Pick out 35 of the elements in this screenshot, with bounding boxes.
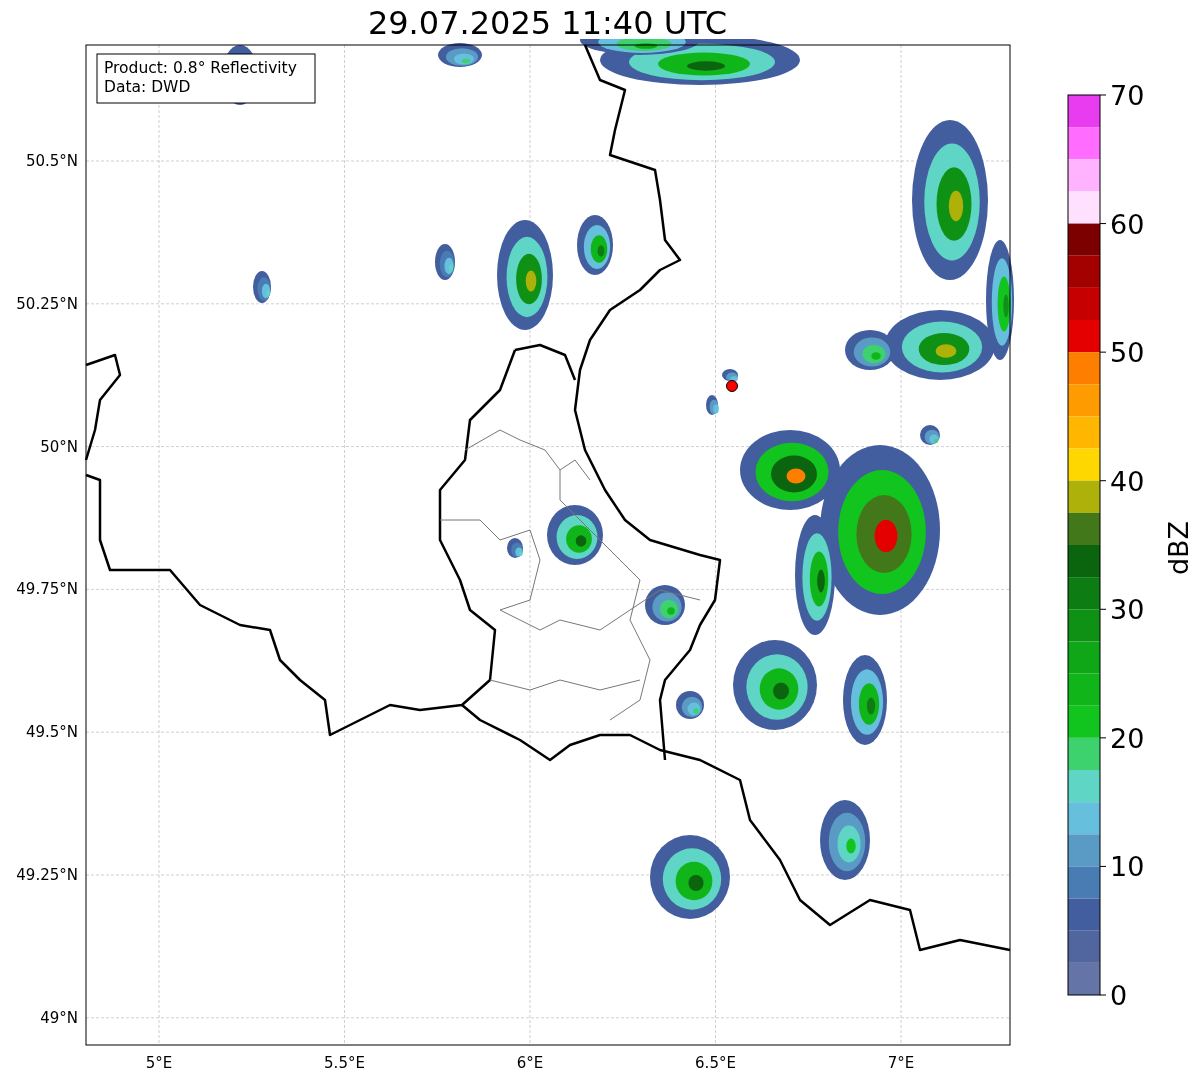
radar-echo — [435, 244, 455, 280]
radar-echo — [438, 43, 482, 67]
colorbar-title: dBZ — [1163, 520, 1194, 576]
longitude-label: 6.5°E — [695, 1054, 736, 1072]
colorbar-label: 30 — [1110, 594, 1145, 626]
longitude-label: 5.5°E — [324, 1054, 365, 1072]
annotation-text: Data: DWD — [104, 78, 191, 96]
latitude-label: 50°N — [40, 437, 78, 456]
colorbar-label: 40 — [1110, 465, 1145, 497]
radar-echo — [645, 585, 685, 625]
chart-title: 29.07.2025 11:40 UTC — [366, 3, 729, 39]
latitude-label: 49°N — [40, 1008, 78, 1027]
colorbar-label: 10 — [1110, 851, 1145, 883]
annotation-text: Product: 0.8° Reflectivity — [104, 59, 297, 77]
colorbar-label: 60 — [1110, 208, 1145, 240]
longitude-label: 5°E — [145, 1054, 173, 1072]
latitude-label: 50.5°N — [25, 152, 78, 170]
latitude-label: 49.25°N — [16, 866, 78, 884]
colorbar-label: 70 — [1110, 80, 1145, 111]
radar-echo — [253, 271, 271, 303]
longitude-label: 7°E — [887, 1054, 915, 1072]
radar-echo — [706, 395, 719, 415]
radar-echo — [577, 215, 613, 275]
latitude-label: 49.75°N — [16, 580, 78, 599]
radar-echo — [722, 369, 738, 382]
longitude-label: 6°E — [516, 1054, 544, 1072]
radar-echo — [676, 691, 704, 719]
radar-echo — [547, 505, 603, 565]
radar-site-marker — [726, 380, 738, 392]
colorbar-label: 0 — [1110, 980, 1128, 1011]
colorbar-label: 20 — [1110, 722, 1145, 754]
radar-echo — [507, 538, 523, 558]
colorbar-label: 50 — [1110, 337, 1145, 369]
latitude-label: 49.5°N — [25, 723, 78, 742]
latitude-label: 50.25°N — [16, 294, 78, 313]
